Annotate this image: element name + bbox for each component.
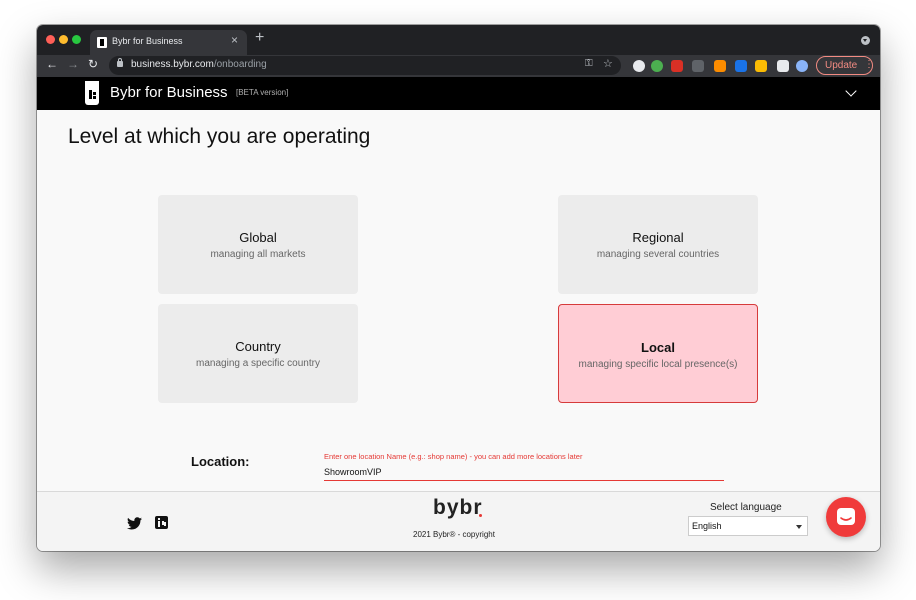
- more-menu-icon: ⋮: [864, 59, 874, 70]
- extension-7-icon[interactable]: [755, 60, 767, 72]
- location-label: Location:: [191, 454, 250, 469]
- language-label: Select language: [710, 502, 782, 513]
- linkedin-icon[interactable]: [155, 516, 168, 529]
- location-hint: Enter one location Name (e.g.: shop name…: [324, 452, 583, 461]
- update-button[interactable]: Update ⋮: [816, 56, 874, 75]
- extension-5-icon[interactable]: [714, 60, 726, 72]
- favicon-icon: [97, 37, 107, 48]
- extension-2-icon[interactable]: [651, 60, 663, 72]
- extension-6-icon[interactable]: [735, 60, 747, 72]
- card-subtitle: managing all markets: [210, 249, 306, 260]
- browser-tab[interactable]: Bybr for Business ×: [90, 30, 247, 55]
- zoom-window-button[interactable]: [72, 35, 81, 44]
- chevron-down-icon: [796, 525, 802, 529]
- forward-button[interactable]: →: [67, 57, 79, 71]
- url-host: business.bybr.com: [131, 59, 214, 70]
- language-value: English: [692, 521, 722, 531]
- language-select[interactable]: English: [688, 516, 808, 536]
- level-card-global[interactable]: Global managing all markets: [158, 195, 358, 294]
- app-header: Bybr for Business [BETA version]: [37, 77, 880, 110]
- chat-icon: [837, 508, 855, 525]
- bybr-logo-icon[interactable]: [85, 81, 99, 105]
- card-title: Country: [235, 339, 281, 354]
- card-subtitle: managing specific local presence(s): [578, 359, 738, 370]
- brand-dot: [479, 514, 482, 517]
- tab-search-button[interactable]: [861, 36, 870, 45]
- card-title: Regional: [632, 230, 684, 245]
- twitter-icon[interactable]: [127, 517, 142, 530]
- tab-strip: Bybr for Business × +: [37, 25, 880, 55]
- url-text[interactable]: business.bybr.com/onboarding: [131, 59, 267, 70]
- copyright-text: 2021 Bybr® - copyright: [413, 530, 495, 539]
- key-icon[interactable]: ⚿: [585, 58, 593, 69]
- browser-window: Bybr for Business × + ← → ↻ business.byb…: [37, 25, 880, 551]
- extension-4-icon[interactable]: [692, 60, 704, 72]
- profile-avatar-icon[interactable]: [796, 60, 808, 72]
- app-title: Bybr for Business: [110, 84, 228, 101]
- level-card-regional[interactable]: Regional managing several countries: [558, 195, 758, 294]
- page-title: Level at which you are operating: [68, 125, 371, 148]
- level-card-country[interactable]: Country managing a specific country: [158, 304, 358, 403]
- card-subtitle: managing several countries: [596, 249, 720, 260]
- address-bar[interactable]: business.bybr.com/onboarding ⚿ ☆: [109, 56, 621, 75]
- beta-badge: [BETA version]: [236, 88, 289, 97]
- card-title: Global: [239, 230, 277, 245]
- extension-3-icon[interactable]: [671, 60, 683, 72]
- lock-icon[interactable]: [117, 58, 123, 67]
- back-button[interactable]: ←: [46, 57, 58, 71]
- level-card-local[interactable]: Local managing specific local presence(s…: [558, 304, 758, 403]
- url-path: /onboarding: [213, 59, 267, 70]
- star-icon[interactable]: ☆: [603, 57, 613, 70]
- extension-1-icon[interactable]: [633, 60, 645, 72]
- browser-toolbar: ← → ↻ business.bybr.com/onboarding ⚿ ☆ U…: [37, 55, 880, 77]
- tab-title: Bybr for Business: [112, 36, 183, 46]
- location-input[interactable]: [324, 463, 724, 481]
- card-title: Local: [641, 340, 675, 355]
- tab-close-button[interactable]: ×: [231, 33, 238, 47]
- extensions-puzzle-icon[interactable]: [777, 60, 789, 72]
- reload-button[interactable]: ↻: [88, 57, 98, 71]
- minimize-window-button[interactable]: [59, 35, 68, 44]
- onboarding-main: Level at which you are operating Global …: [37, 110, 880, 492]
- card-subtitle: managing a specific country: [196, 358, 320, 369]
- close-window-button[interactable]: [46, 35, 55, 44]
- page-footer: bybr 2021 Bybr® - copyright Select langu…: [37, 492, 880, 551]
- chevron-down-icon[interactable]: [845, 85, 857, 97]
- update-label: Update: [825, 60, 858, 71]
- new-tab-button[interactable]: +: [255, 29, 264, 47]
- footer-brand-logo: bybr: [433, 496, 483, 519]
- chat-launcher-button[interactable]: [826, 497, 866, 537]
